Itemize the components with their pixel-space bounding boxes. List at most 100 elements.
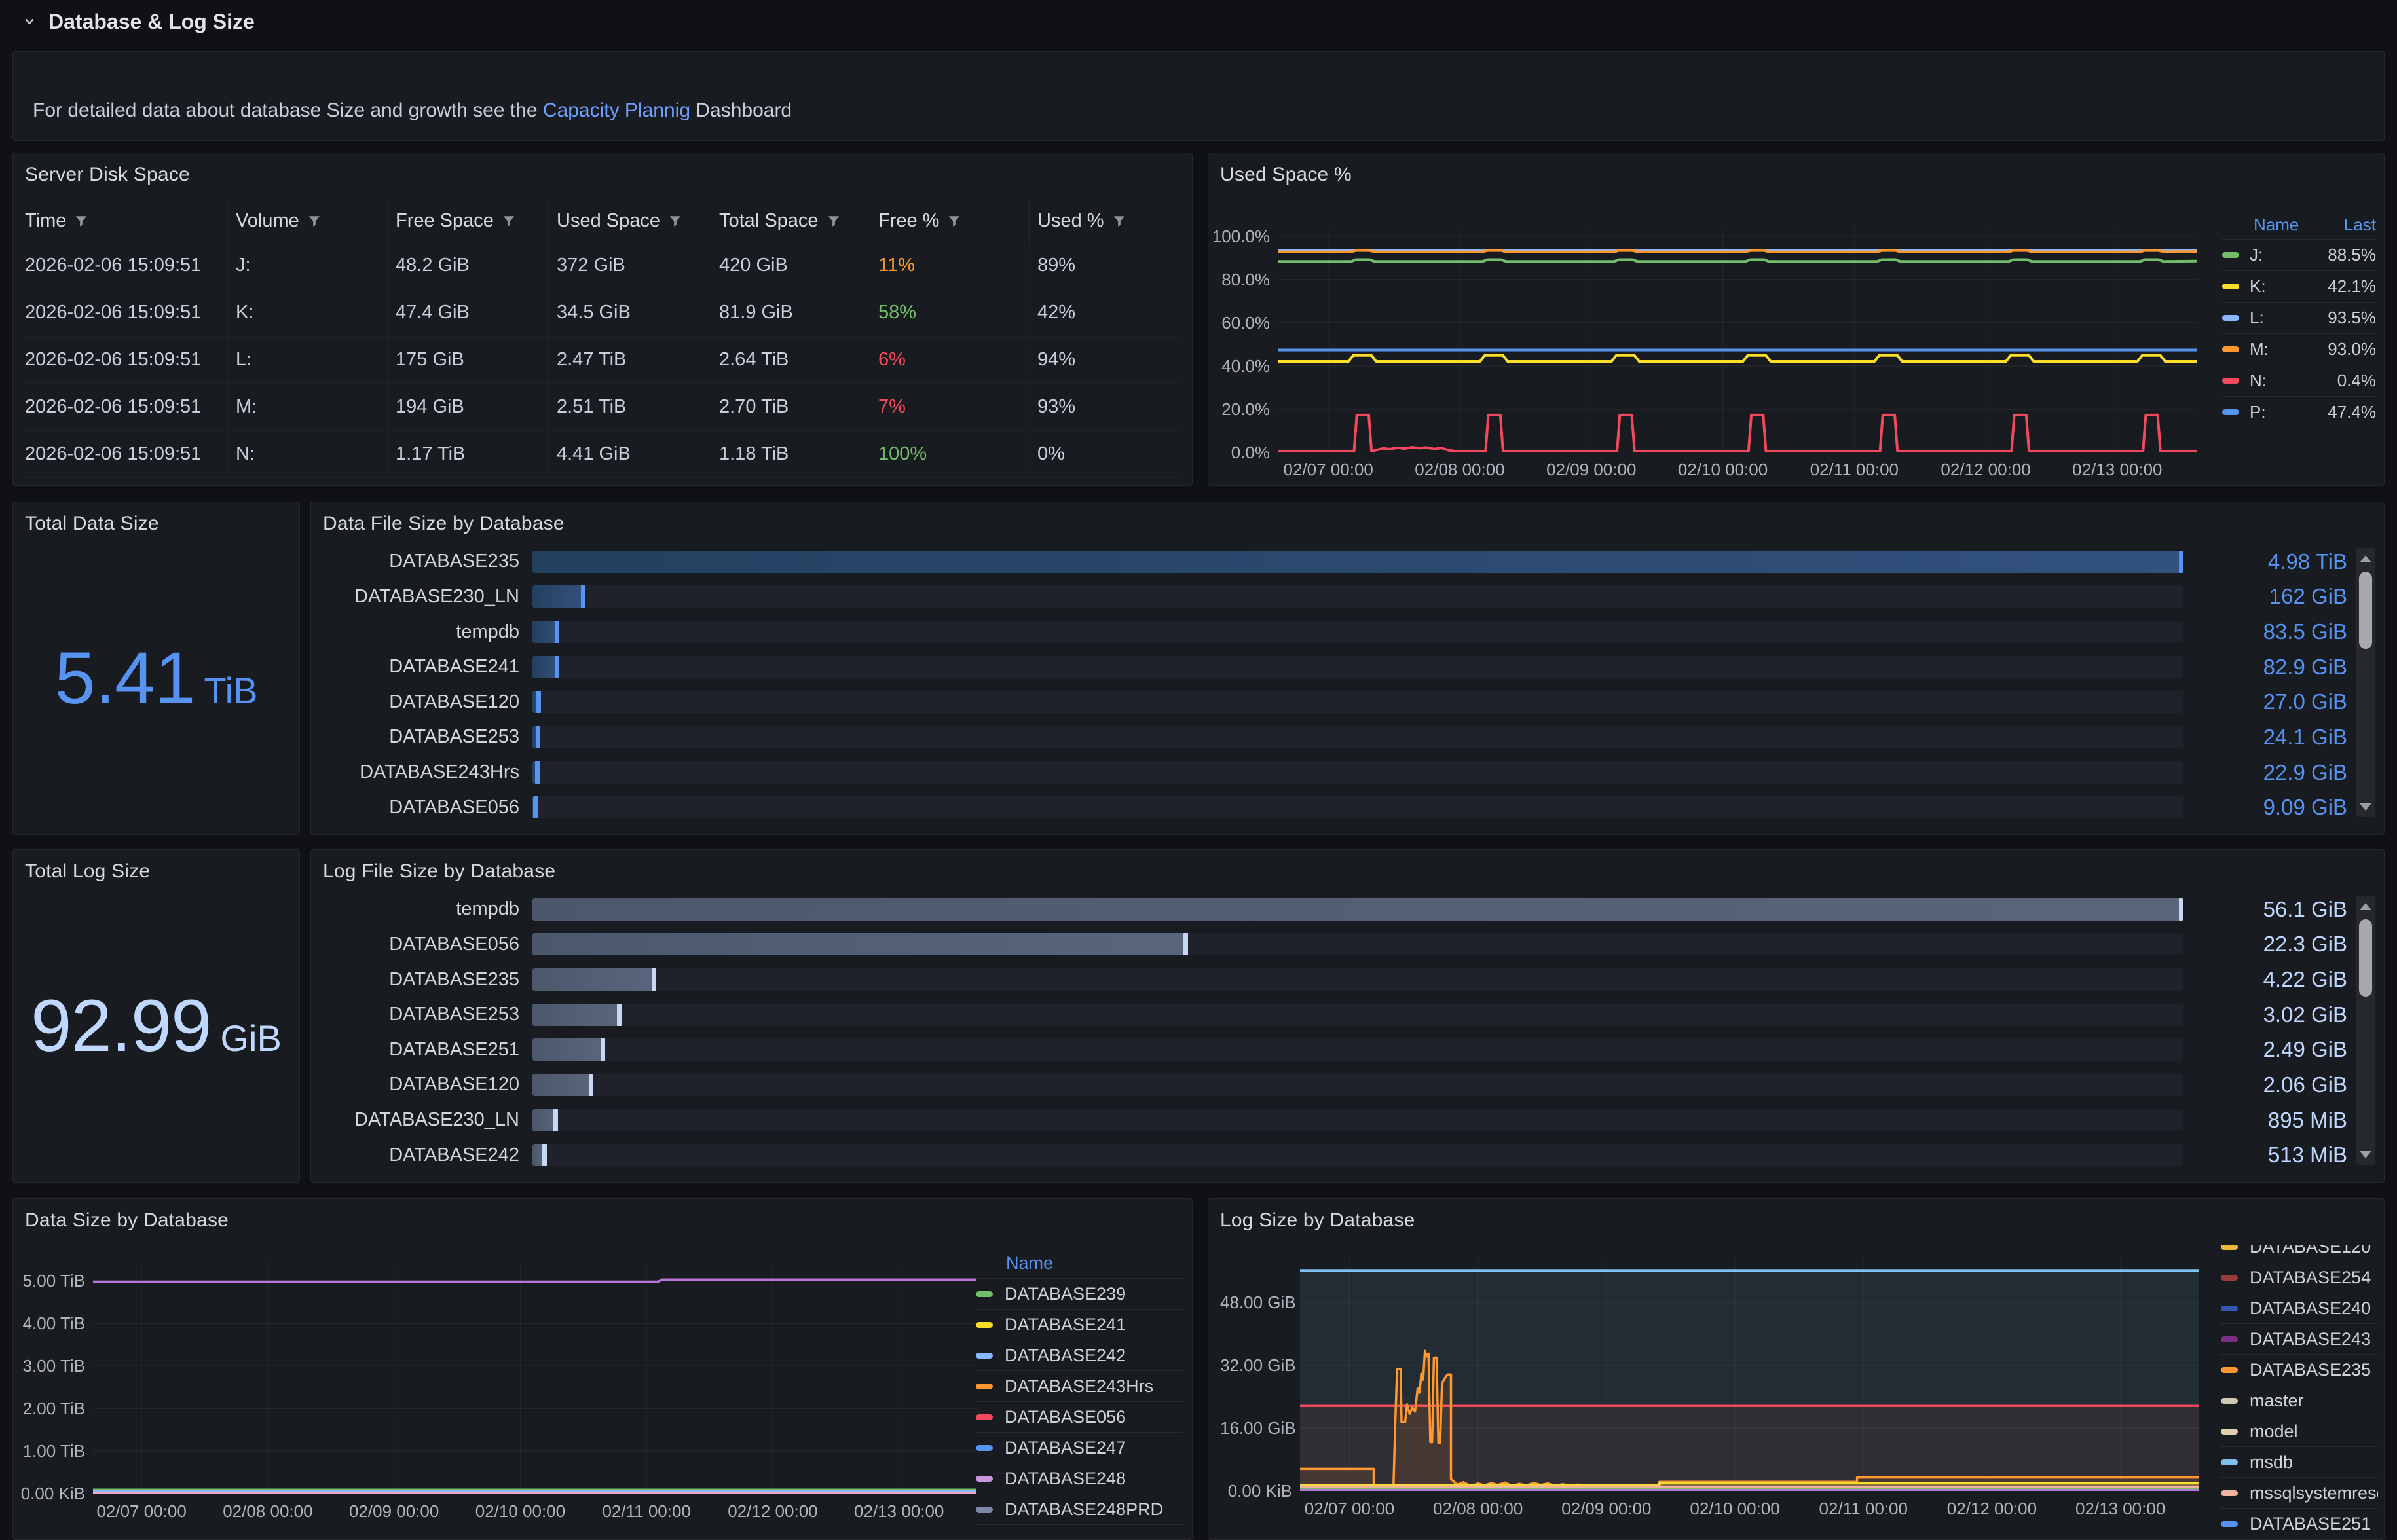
legend-item-DATABASE248[interactable]: DATABASE248 — [976, 1463, 1183, 1494]
column-header-total-space[interactable]: Total Space — [711, 200, 870, 242]
scroll-down-icon[interactable] — [2356, 798, 2375, 816]
filter-funnel-icon[interactable] — [947, 214, 961, 229]
panel-title[interactable]: Server Disk Space — [25, 164, 190, 186]
legend-item-mssqlsystemresource[interactable]: mssqlsystemresource — [2221, 1478, 2378, 1509]
y-axis-label: 80.0% — [1208, 270, 1270, 290]
legend-item-DATABASE239[interactable]: DATABASE239 — [976, 1279, 1183, 1310]
series-color-swatch — [2221, 1429, 2238, 1435]
legend-item-DATABASE248PRD[interactable]: DATABASE248PRD — [976, 1494, 1183, 1525]
legend-item-M[interactable]: M:93.0% — [2222, 334, 2376, 365]
panel-note: For detailed data about database Size an… — [12, 51, 2385, 141]
column-header-time[interactable]: Time — [24, 200, 228, 242]
panel-title[interactable]: Data Size by Database — [25, 1209, 229, 1232]
table-row[interactable]: 2026-02-06 15:09:51L:175 GiB2.47 TiB2.64… — [24, 337, 1181, 384]
log-size-legend: DATABASE120DATABASE254DATABASE240DATABAS… — [2221, 1245, 2378, 1540]
table-row[interactable]: 2026-02-06 15:09:51J:48.2 GiB372 GiB420 … — [24, 242, 1181, 289]
table-row[interactable]: 2026-02-06 15:09:51N:1.17 TiB4.41 GiB1.1… — [24, 431, 1181, 478]
scrollbar-thumb[interactable] — [2359, 572, 2372, 649]
bar-gauge-row: DATABASE230_LN 895 MiB — [322, 1103, 2347, 1138]
panel-title[interactable]: Used Space % — [1220, 164, 1352, 186]
scrollbar-vertical[interactable] — [2356, 548, 2375, 817]
series-color-swatch — [976, 1291, 993, 1297]
column-header-free-[interactable]: Free % — [870, 200, 1030, 242]
bar-cap — [1183, 933, 1188, 955]
bar-value: 895 MiB — [2183, 1108, 2347, 1133]
bar-track — [532, 551, 2183, 573]
legend-item-DATABASE240[interactable]: DATABASE240 — [2221, 1293, 2378, 1324]
panel-title[interactable]: Log Size by Database — [1220, 1209, 1415, 1232]
table-cell: 2.70 TiB — [711, 384, 870, 430]
column-header-used-space[interactable]: Used Space — [549, 200, 711, 242]
filter-funnel-icon[interactable] — [502, 214, 516, 229]
legend-item-msdb[interactable]: msdb — [2221, 1447, 2378, 1478]
legend-item-DATABASE235[interactable]: DATABASE235 — [2221, 1355, 2378, 1385]
legend-item-DATABASE247[interactable]: DATABASE247 — [976, 1433, 1183, 1463]
scrollbar-vertical[interactable] — [2356, 896, 2375, 1165]
panel-title[interactable]: Data File Size by Database — [323, 513, 565, 535]
x-axis-label: 02/09 00:00 — [1534, 1499, 1679, 1519]
series-color-swatch — [2221, 1367, 2238, 1373]
legend-item-N[interactable]: N:0.4% — [2222, 365, 2376, 397]
bar-label: tempdb — [322, 898, 532, 920]
legend-item-DATABASE241[interactable]: DATABASE241 — [976, 1310, 1183, 1340]
series-color-swatch — [2221, 1398, 2238, 1404]
panel-title[interactable]: Total Log Size — [25, 860, 150, 883]
series-color-swatch — [2222, 284, 2239, 289]
table-row[interactable]: 2026-02-06 15:09:51M:194 GiB2.51 TiB2.70… — [24, 384, 1181, 431]
table-cell: N: — [228, 431, 388, 477]
bar-fill — [532, 656, 559, 678]
series-color-swatch — [2221, 1490, 2238, 1496]
panel-title[interactable]: Log File Size by Database — [323, 860, 555, 883]
panel-title[interactable]: Total Data Size — [25, 513, 159, 535]
legend-item-DATABASE254[interactable]: DATABASE254 — [2221, 1262, 2378, 1293]
dashboard-row-header[interactable]: Database & Log Size — [0, 0, 2397, 43]
filter-funnel-icon[interactable] — [307, 214, 322, 229]
legend-item-P[interactable]: P:47.4% — [2222, 397, 2376, 428]
column-header-volume[interactable]: Volume — [228, 200, 388, 242]
filter-funnel-icon[interactable] — [1112, 214, 1126, 229]
bar-track — [532, 1074, 2183, 1096]
table-cell: 89% — [1030, 242, 1172, 289]
disk-table: TimeVolumeFree SpaceUsed SpaceTotal Spac… — [24, 200, 1181, 479]
legend-header-name[interactable]: Name — [2254, 215, 2299, 235]
legend-item-model[interactable]: model — [2221, 1416, 2378, 1447]
table-cell: 420 GiB — [711, 242, 870, 289]
legend-item-DATABASE056[interactable]: DATABASE056 — [976, 1402, 1183, 1433]
scrollbar-thumb[interactable] — [2359, 919, 2372, 997]
bar-gauge-row: DATABASE1202.06 GiB — [322, 1067, 2347, 1103]
x-axis-label: 02/12 00:00 — [1914, 460, 2058, 480]
legend-item-DATABASE120[interactable]: DATABASE120 — [2221, 1245, 2378, 1262]
filter-funnel-icon[interactable] — [74, 214, 88, 229]
legend-item-DATABASE242[interactable]: DATABASE242 — [976, 1340, 1183, 1371]
x-axis-label: 02/11 00:00 — [1782, 460, 1926, 480]
bar-gauge-row: DATABASE0569.09 GiB — [322, 790, 2347, 825]
table-row[interactable]: 2026-02-06 15:09:51K:47.4 GiB34.5 GiB81.… — [24, 289, 1181, 337]
legend-item-DATABASE251[interactable]: DATABASE251 — [2221, 1509, 2378, 1539]
table-cell: 2026-02-06 15:09:51 — [24, 337, 228, 383]
x-axis-label: 02/08 00:00 — [1388, 460, 1532, 480]
legend-item-J[interactable]: J:88.5% — [2222, 240, 2376, 271]
chevron-down-icon[interactable] — [21, 13, 38, 30]
scroll-up-icon[interactable] — [2356, 549, 2375, 568]
y-axis-label: 4.00 TiB — [13, 1313, 85, 1334]
legend-item-DATABASE243[interactable]: DATABASE243 — [2221, 1324, 2378, 1355]
note-text-before: For detailed data about database Size an… — [33, 100, 543, 121]
filter-funnel-icon[interactable] — [668, 214, 682, 229]
legend-item-L[interactable]: L:93.5% — [2222, 302, 2376, 334]
legend-header-last[interactable]: Last — [2344, 215, 2376, 235]
filter-funnel-icon[interactable] — [827, 214, 841, 229]
scroll-up-icon[interactable] — [2356, 897, 2375, 915]
column-header-free-space[interactable]: Free Space — [388, 200, 549, 242]
bar-label: DATABASE230_LN — [322, 1109, 532, 1131]
legend-header-row: Name Last — [2222, 211, 2376, 240]
capacity-planning-link[interactable]: Capacity Plannig — [543, 100, 690, 121]
legend-label: DATABASE235 — [2250, 1360, 2371, 1380]
legend-item-DATABASE243Hrs[interactable]: DATABASE243Hrs — [976, 1371, 1183, 1402]
series-line-J: — [1278, 260, 2197, 262]
y-axis-label: 2.00 TiB — [13, 1399, 85, 1419]
column-header-used-[interactable]: Used % — [1030, 200, 1172, 242]
legend-item-master[interactable]: master — [2221, 1385, 2378, 1416]
bar-track — [532, 726, 2183, 748]
scroll-down-icon[interactable] — [2356, 1145, 2375, 1164]
legend-item-K[interactable]: K:42.1% — [2222, 271, 2376, 302]
